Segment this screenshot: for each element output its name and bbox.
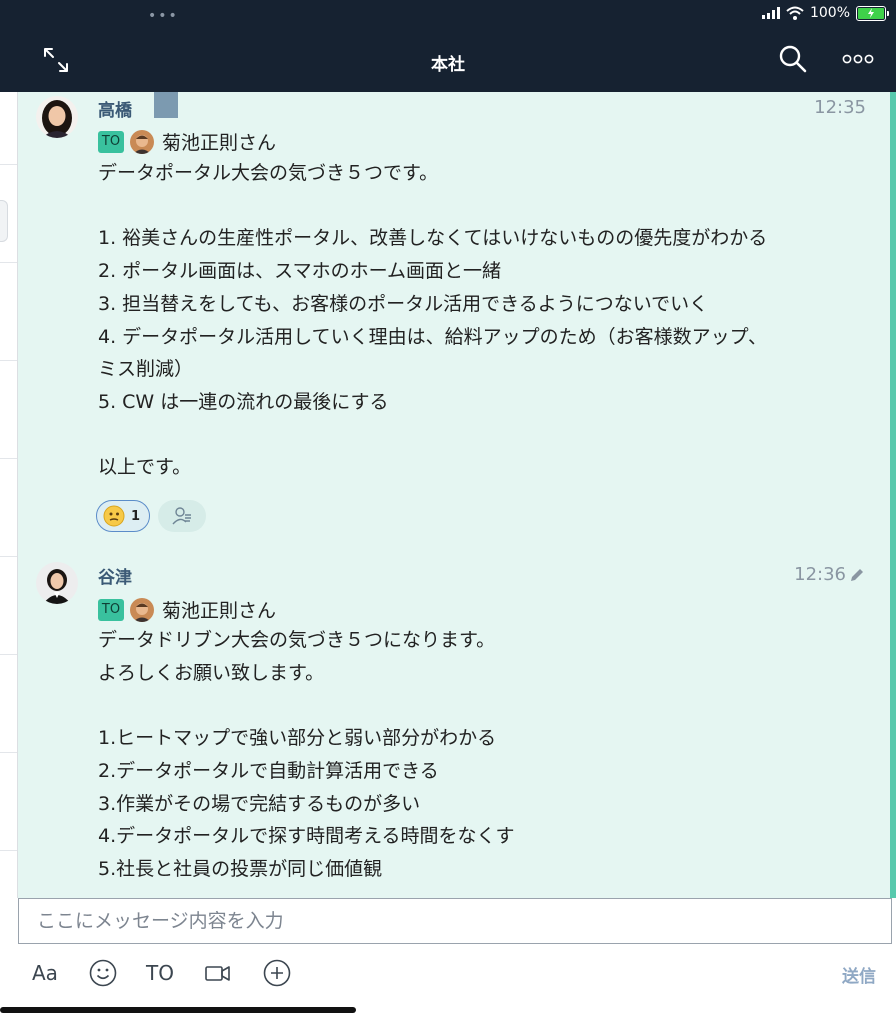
reaction-users-icon [172,507,191,525]
status-indicators: 100% [761,5,889,21]
to-mention[interactable]: TO 菊池正則さん [98,128,276,155]
to-button[interactable]: TO [146,958,174,988]
message-line: よろしくお願い致します。 [98,661,325,684]
redacted-name-block [154,92,178,118]
message-time: 12:35 [814,97,866,118]
message-time: 12:36 [794,564,846,585]
message-body: データポータル大会の気づき５つです。 1. 裕美さんの生産性ポータル、改善しなく… [98,157,878,484]
recipient-name: 菊池正則さん [162,600,277,622]
message-2: 谷津 12:36 TO 菊池正則さん データドリブン大会の気づき５つになります。… [18,558,884,898]
message-line: 3.作業がその場で完結するものが多い [98,792,421,815]
wifi-icon [786,6,804,20]
pencil-icon [851,569,863,581]
to-badge: TO [98,598,124,621]
multitask-dots[interactable]: ••• [148,8,179,24]
more-options-icon[interactable] [842,50,874,68]
search-icon[interactable] [778,44,808,74]
message-line: 5.社長と社員の投票が同じ価値観 [98,857,383,880]
message-line: ミス削減） [98,358,194,381]
recipient-name: 菊池正則さん [162,132,277,154]
message-body: データドリブン大会の気づき５つになります。 よろしくお願い致します。 1.ヒート… [98,624,878,886]
text-format-button[interactable]: Aa [32,958,58,988]
room-list-handle[interactable] [0,200,8,242]
battery-percent: 100% [809,5,850,21]
message-line: 4.データポータルで探す時間考える時間をなくす [98,825,515,848]
message-line: データドリブン大会の気づき５つになります。 [98,629,496,651]
top-bar: ••• 100% 本社 [0,0,896,92]
to-mention[interactable]: TO 菊池正則さん [98,596,276,623]
video-call-icon[interactable] [204,958,232,988]
message-line: データポータル大会の気づき５つです。 [98,162,439,184]
chat-timeline[interactable]: 高橋 12:35 TO 菊池正則さん データポータル大会の気づき５つです。 1.… [18,92,896,898]
message-line: 2. ポータル画面は、スマホのホーム画面と一緒 [98,260,502,283]
sender-name[interactable]: 高橋 [98,96,132,121]
message-line: 2.データポータルで自動計算活用できる [98,759,439,782]
message-line [98,689,878,722]
sender-name[interactable]: 谷津 [98,563,132,588]
timeline-accent-bar [890,92,896,898]
message-line: 4. データポータル活用していく理由は、給料アップのため（お客様数アップ、 [98,325,768,348]
recipient-avatar [130,597,154,622]
thinking-face-icon [103,505,125,527]
cellular-signal-icon [761,7,780,19]
add-icon[interactable] [262,958,292,988]
send-button[interactable]: 送信 [842,962,876,987]
recipient-avatar [130,129,154,154]
reaction-button[interactable]: 1 [96,500,150,532]
reaction-count: 1 [131,508,141,524]
add-reaction-button[interactable] [158,500,206,532]
room-list-edge[interactable] [0,92,18,898]
message-line: 5. CW は一連の流れの最後にする [98,390,389,413]
room-title: 本社 [431,55,465,75]
avatar[interactable] [36,562,78,604]
battery-icon [856,5,889,21]
message-input-box[interactable] [18,898,892,944]
avatar[interactable] [36,96,78,138]
message-input[interactable] [19,899,891,943]
message-line: 1.ヒートマップで強い部分と弱い部分がわかる [98,727,497,750]
message-line: 1. 裕美さんの生産性ポータル、改善しなくてはいけないものの優先度がわかる [98,227,768,250]
message-line [98,419,878,452]
to-badge: TO [98,130,124,153]
message-line: 3. 担当替えをしても、お客様のポータル活用できるようにつないでいく [98,292,709,315]
message-line [98,190,878,223]
home-indicator [0,1007,356,1013]
message-line: 以上です。 [98,456,192,479]
message-1: 高橋 12:35 TO 菊池正則さん データポータル大会の気づき５つです。 1.… [18,92,884,552]
emoji-icon[interactable] [88,958,118,988]
